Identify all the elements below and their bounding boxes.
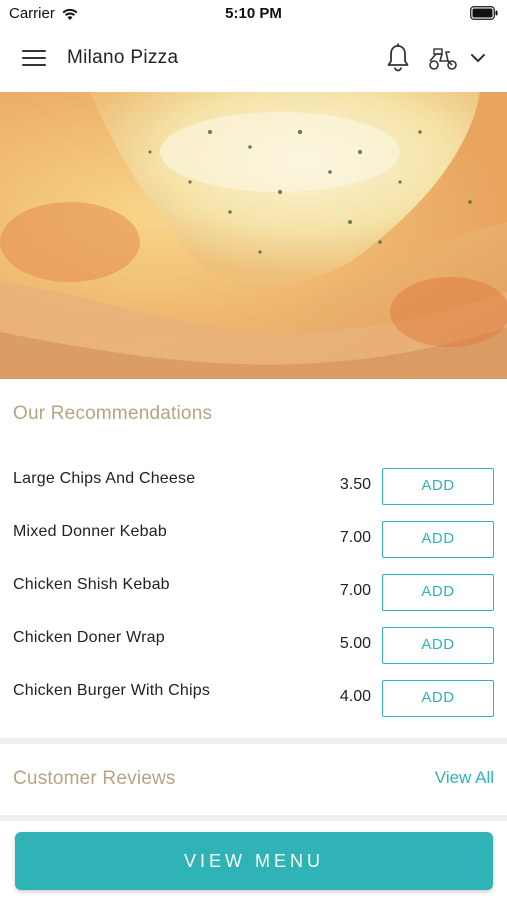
section-divider xyxy=(0,738,507,744)
hero-pizza-image xyxy=(0,92,507,379)
menu-icon[interactable] xyxy=(22,50,46,70)
add-button[interactable]: ADD xyxy=(382,574,494,611)
item-price: 3.50 xyxy=(339,476,371,493)
item-price: 4.00 xyxy=(339,688,371,705)
app-header: Milano Pizza xyxy=(0,28,507,92)
view-all-reviews-link[interactable]: View All xyxy=(435,768,494,788)
add-button[interactable]: ADD xyxy=(382,468,494,505)
list-item: Mixed Donner Kebab 7.00 ADD xyxy=(0,513,507,566)
view-menu-button[interactable]: VIEW MENU xyxy=(15,832,493,890)
add-button[interactable]: ADD xyxy=(382,627,494,664)
item-name: Mixed Donner Kebab xyxy=(13,523,167,540)
reviews-heading: Customer Reviews xyxy=(13,768,176,789)
item-price: 7.00 xyxy=(339,529,371,546)
chevron-down-icon[interactable] xyxy=(470,52,486,64)
status-time: 5:10 PM xyxy=(225,5,282,22)
add-button[interactable]: ADD xyxy=(382,680,494,717)
list-item: Chicken Doner Wrap 5.00 ADD xyxy=(0,619,507,672)
item-name: Chicken Shish Kebab xyxy=(13,576,170,593)
status-bar: Carrier 5:10 PM xyxy=(0,0,507,28)
add-button[interactable]: ADD xyxy=(382,521,494,558)
list-item: Chicken Burger With Chips 4.00 ADD xyxy=(0,672,507,725)
bell-icon[interactable] xyxy=(385,43,411,73)
item-price: 7.00 xyxy=(339,582,371,599)
item-price: 5.00 xyxy=(339,635,371,652)
delivery-scooter-icon[interactable] xyxy=(427,46,459,72)
recommendations-heading: Our Recommendations xyxy=(13,403,213,424)
battery-icon xyxy=(470,6,498,20)
list-item: Large Chips And Cheese 3.50 ADD xyxy=(0,460,507,513)
list-item: Chicken Shish Kebab 7.00 ADD xyxy=(0,566,507,619)
item-name: Large Chips And Cheese xyxy=(13,470,196,487)
item-name: Chicken Burger With Chips xyxy=(13,682,211,699)
restaurant-title: Milano Pizza xyxy=(67,47,179,68)
item-name: Chicken Doner Wrap xyxy=(13,629,165,646)
